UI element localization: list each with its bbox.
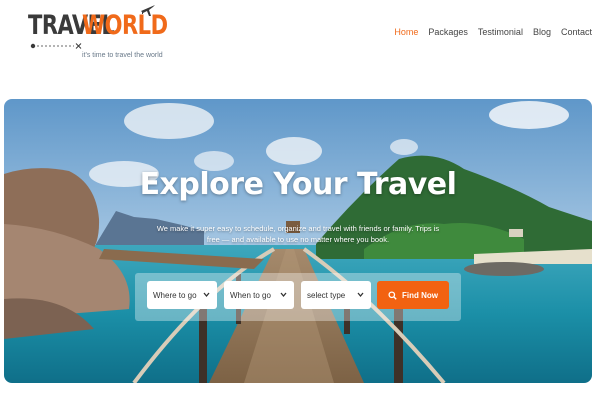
main-nav: Home Packages Testimonial Blog Contact: [394, 27, 592, 37]
when-to-go-select[interactable]: When to go: [224, 281, 294, 309]
search-icon: [388, 290, 397, 300]
select-type-placeholder: select type: [307, 290, 346, 300]
when-to-go-placeholder: When to go: [230, 290, 271, 300]
logo-tagline: it's time to travel the world: [82, 52, 163, 59]
logo[interactable]: TRAVEL WORLD it's time to travel the wor…: [28, 2, 168, 64]
nav-blog[interactable]: Blog: [533, 27, 551, 37]
header: TRAVEL WORLD it's time to travel the wor…: [0, 0, 600, 70]
nav-contact[interactable]: Contact: [561, 27, 592, 37]
where-to-go-select[interactable]: Where to go: [147, 281, 217, 309]
hero-subtitle: We make it super easy to schedule, organ…: [156, 224, 440, 244]
nav-testimonial[interactable]: Testimonial: [478, 27, 523, 37]
find-now-label: Find Now: [402, 290, 438, 300]
nav-packages[interactable]: Packages: [428, 27, 468, 37]
chevron-down-icon: [203, 292, 210, 298]
nav-home[interactable]: Home: [394, 27, 418, 37]
find-now-button[interactable]: Find Now: [377, 281, 449, 309]
chevron-down-icon: [357, 292, 364, 298]
hero-banner: Explore Your Travel We make it super eas…: [4, 99, 592, 383]
where-to-go-placeholder: Where to go: [153, 290, 197, 300]
airplane-icon: [141, 5, 155, 16]
select-type-select[interactable]: select type: [301, 281, 371, 309]
search-bar: Where to go When to go select type Find …: [135, 273, 461, 321]
flight-path-icon: [30, 43, 82, 49]
hero-title: Explore Your Travel: [139, 167, 457, 202]
chevron-down-icon: [280, 292, 287, 298]
